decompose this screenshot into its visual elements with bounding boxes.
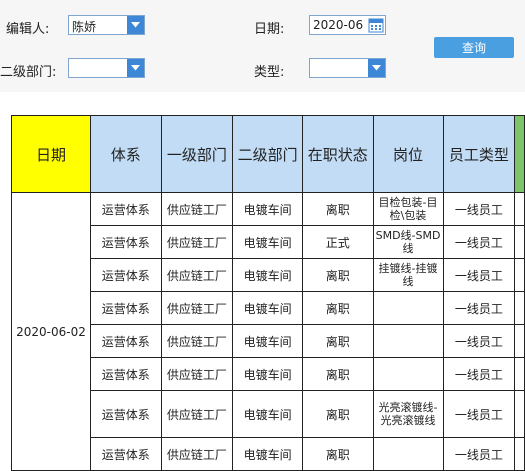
next-column-cell <box>514 225 525 259</box>
dept2-select[interactable] <box>68 58 145 78</box>
post-cell: SMD线-SMD线 <box>372 225 444 259</box>
post-cell <box>372 437 444 471</box>
emp-type-cell: 一线员工 <box>442 192 516 226</box>
dept2-cell: 电镀车间 <box>232 258 303 292</box>
header-dept1: 一级部门 <box>160 115 234 193</box>
post-cell <box>372 357 444 391</box>
date-label: 日期: <box>254 22 285 37</box>
next-column-cell <box>514 437 525 471</box>
system-cell: 运营体系 <box>89 192 162 226</box>
chevron-down-icon[interactable] <box>368 59 385 77</box>
query-button[interactable]: 查询 <box>434 37 514 58</box>
next-column-cell <box>514 324 525 358</box>
header-emp-type: 员工类型 <box>442 115 516 193</box>
status-cell: 离职 <box>301 192 374 226</box>
next-column-cell <box>514 390 525 438</box>
next-column-cell <box>514 291 525 325</box>
emp-type-cell: 一线员工 <box>442 225 516 259</box>
dept1-cell: 供应链工厂 <box>160 324 234 358</box>
table-row: 2020-06-02 运营体系 供应链工厂 电镀车间 离职 目检包装-目检\包装 一线员工 <box>11 192 525 471</box>
dept2-cell: 电镀车间 <box>232 357 303 391</box>
report-table: 日期 体系 一级部门 二级部门 在职状态 岗位 员工类型 2020-06-02 运… <box>11 115 525 471</box>
dept2-cell: 电镀车间 <box>232 390 303 438</box>
emp-type-cell: 一线员工 <box>442 437 516 471</box>
next-column-cell <box>514 258 525 292</box>
dept2-cell: 电镀车间 <box>232 192 303 226</box>
editor-value: 陈娇 <box>72 20 97 34</box>
status-cell: 正式 <box>301 225 374 259</box>
system-cell: 运营体系 <box>89 324 162 358</box>
system-cell: 运营体系 <box>89 291 162 325</box>
post-cell <box>372 291 444 325</box>
header-status: 在职状态 <box>301 115 374 193</box>
header-dept2: 二级部门 <box>232 115 303 193</box>
emp-type-cell: 一线员工 <box>442 357 516 391</box>
header-post: 岗位 <box>372 115 444 193</box>
dept1-cell: 供应链工厂 <box>160 291 234 325</box>
chevron-down-icon[interactable] <box>127 59 144 77</box>
status-cell: 离职 <box>301 324 374 358</box>
dept1-cell: 供应链工厂 <box>160 437 234 471</box>
post-cell <box>372 324 444 358</box>
table-body: 2020-06-02 运营体系 供应链工厂 电镀车间 离职 目检包装-目检\包装 一线员工运… <box>11 192 525 471</box>
dept1-cell: 供应链工厂 <box>160 390 234 438</box>
dept2-cell: 电镀车间 <box>232 291 303 325</box>
system-cell: 运营体系 <box>89 437 162 471</box>
header-system: 体系 <box>89 115 162 193</box>
dept2-cell: 电镀车间 <box>232 324 303 358</box>
next-column-cell <box>514 357 525 391</box>
dept1-cell: 供应链工厂 <box>160 192 234 226</box>
editor-label: 编辑人: <box>6 22 50 37</box>
chevron-down-icon[interactable] <box>127 16 144 34</box>
post-cell: 挂镀线-挂镀线 <box>372 258 444 292</box>
system-cell: 运营体系 <box>89 225 162 259</box>
status-cell: 离职 <box>301 390 374 438</box>
editor-select[interactable]: 陈娇 <box>68 15 145 35</box>
calendar-icon[interactable] <box>368 17 384 33</box>
emp-type-cell: 一线员工 <box>442 258 516 292</box>
system-cell: 运营体系 <box>89 390 162 438</box>
filter-panel: 编辑人: 陈娇 日期: 2020-06 查询 二级部门: 类型: <box>0 0 525 92</box>
dept1-cell: 供应链工厂 <box>160 357 234 391</box>
emp-type-cell: 一线员工 <box>442 291 516 325</box>
post-cell: 光亮滚镀线-光亮滚镀线 <box>372 390 444 438</box>
status-cell: 离职 <box>301 291 374 325</box>
next-column-cell <box>514 192 525 226</box>
dept1-cell: 供应链工厂 <box>160 225 234 259</box>
date-value: 2020-06 <box>313 18 364 32</box>
status-cell: 离职 <box>301 258 374 292</box>
dept2-cell: 电镀车间 <box>232 437 303 471</box>
header-next-column <box>514 115 525 193</box>
date-field[interactable]: 2020-06 <box>309 15 386 35</box>
status-cell: 离职 <box>301 357 374 391</box>
dept2-cell: 电镀车间 <box>232 225 303 259</box>
system-cell: 运营体系 <box>89 258 162 292</box>
status-cell: 离职 <box>301 437 374 471</box>
post-cell: 目检包装-目检\包装 <box>372 192 444 226</box>
type-label: 类型: <box>254 65 285 80</box>
date-cell: 2020-06-02 <box>11 192 91 471</box>
table-header-row: 日期 体系 一级部门 二级部门 在职状态 岗位 员工类型 <box>11 115 525 193</box>
emp-type-cell: 一线员工 <box>442 324 516 358</box>
header-date: 日期 <box>11 115 91 193</box>
dept2-label: 二级部门: <box>0 65 57 80</box>
dept1-cell: 供应链工厂 <box>160 258 234 292</box>
type-select[interactable] <box>309 58 386 78</box>
system-cell: 运营体系 <box>89 357 162 391</box>
emp-type-cell: 一线员工 <box>442 390 516 438</box>
